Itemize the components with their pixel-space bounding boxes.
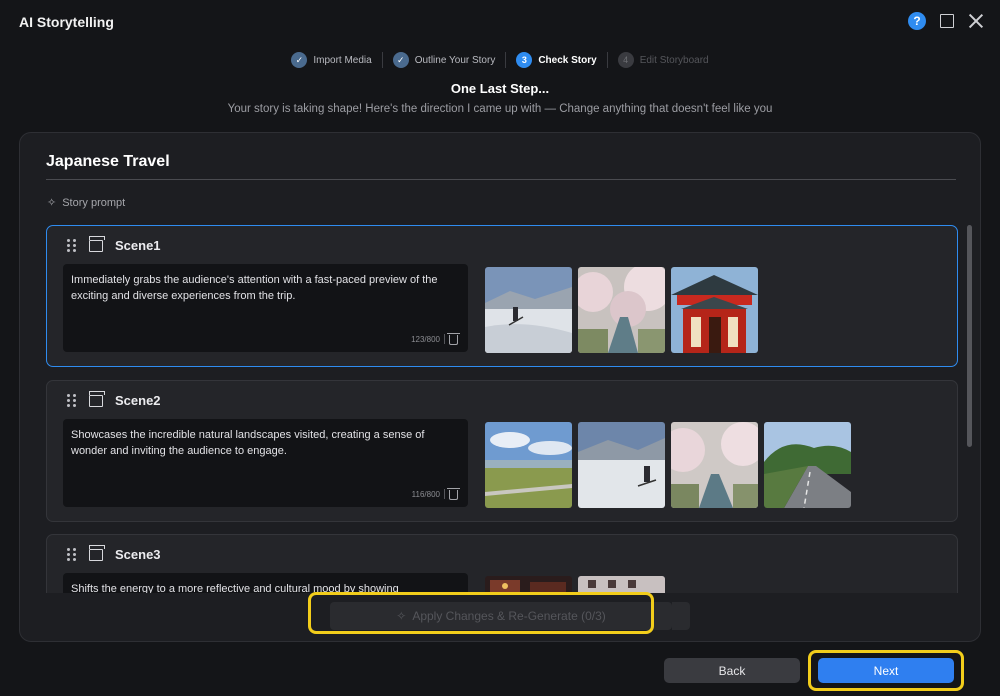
thumbnail-coast-grass[interactable] (485, 422, 572, 508)
thumbnail-skier-snow[interactable] (578, 422, 665, 508)
scene-name: Scene2 (115, 393, 161, 408)
page-subtitle: Your story is taking shape! Here's the d… (227, 103, 773, 115)
separator (444, 489, 445, 499)
title-divider (46, 179, 956, 180)
sparkle-icon: ✧ (396, 609, 407, 623)
story-panel: Japanese Travel ✧ Story prompt Scene1 Im… (19, 132, 981, 642)
maximize-icon[interactable] (940, 14, 954, 28)
separator (444, 334, 445, 344)
trash-icon[interactable] (447, 488, 460, 500)
drag-handle-icon[interactable] (67, 393, 77, 408)
regenerate-label: Apply Changes & Re-Generate (0/3) (412, 609, 606, 623)
step-number-badge: 4 (617, 52, 634, 68)
drag-handle-icon[interactable] (67, 238, 77, 253)
story-prompt-toggle[interactable]: ✧ Story prompt (47, 196, 126, 210)
thumbnail-skier-snow[interactable] (485, 267, 572, 353)
drag-handle-icon[interactable] (67, 547, 77, 562)
sparkle-icon: ✧ (47, 197, 57, 209)
step-label: Check Story (538, 54, 597, 66)
scene-card[interactable]: Scene3 Shifts the energy to a more refle… (46, 534, 958, 593)
title-bar: AI Storytelling (0, 0, 1000, 44)
thumbnail-street-building[interactable] (578, 576, 665, 593)
check-icon: ✓ (392, 52, 409, 68)
scene-card[interactable]: Scene2 Showcases the incredible natural … (46, 380, 958, 522)
step-label: Import Media (313, 54, 372, 66)
step-check-story: 3 Check Story (506, 52, 606, 68)
scrollbar-thumb[interactable] (967, 225, 972, 447)
story-title[interactable]: Japanese Travel (46, 153, 170, 171)
scene-thumbnails (485, 422, 851, 508)
progress-stepper: ✓ Import Media ✓ Outline Your Story 3 Ch… (0, 52, 1000, 68)
clapperboard-icon (89, 390, 105, 407)
check-icon: ✓ (291, 52, 308, 68)
character-count: 116/800 (411, 490, 440, 499)
clapperboard-icon (89, 544, 105, 561)
character-count: 123/800 (411, 335, 440, 344)
scene-name: Scene1 (115, 238, 161, 253)
regenerate-button-edge (672, 602, 690, 630)
scene-card[interactable]: Scene1 Immediately grabs the audience's … (46, 225, 958, 367)
step-outline-story: ✓ Outline Your Story (383, 52, 506, 68)
scene-thumbnails (485, 267, 758, 353)
scene-list[interactable]: Scene1 Immediately grabs the audience's … (46, 225, 960, 593)
step-label: Edit Storyboard (639, 54, 709, 66)
thumbnail-red-temple[interactable] (671, 267, 758, 353)
scene-thumbnails (485, 576, 665, 593)
step-number-badge: 3 (516, 52, 533, 68)
thumbnail-cherry-river[interactable] (671, 422, 758, 508)
scene-description[interactable]: Shifts the energy to a more reflective a… (71, 581, 460, 593)
page-title: One Last Step... (450, 81, 550, 96)
scrollbar[interactable] (967, 225, 972, 593)
step-edit-storyboard: 4 Edit Storyboard (608, 52, 719, 68)
help-icon[interactable]: ? (908, 12, 926, 30)
clapperboard-icon (89, 235, 105, 252)
step-label: Outline Your Story (414, 54, 496, 66)
apply-regenerate-button[interactable]: ✧ Apply Changes & Re-Generate (0/3) (330, 602, 672, 630)
thumbnail-cherry-river[interactable] (578, 267, 665, 353)
step-import-media: ✓ Import Media (281, 52, 381, 68)
window-controls: ? (908, 12, 984, 30)
story-prompt-label: Story prompt (62, 196, 126, 209)
close-icon[interactable] (968, 13, 984, 29)
trash-icon[interactable] (447, 333, 460, 345)
scene-description-input[interactable]: Showcases the incredible natural landsca… (63, 419, 468, 507)
scene-description-input[interactable]: Shifts the energy to a more reflective a… (63, 573, 468, 593)
back-button[interactable]: Back (664, 658, 800, 683)
app-title: AI Storytelling (19, 14, 114, 30)
scene-name: Scene3 (115, 547, 161, 562)
next-button[interactable]: Next (818, 658, 954, 683)
thumbnail-country-road[interactable] (764, 422, 851, 508)
scene-description-input[interactable]: Immediately grabs the audience's attenti… (63, 264, 468, 352)
scene-description[interactable]: Immediately grabs the audience's attenti… (71, 272, 460, 304)
scene-description[interactable]: Showcases the incredible natural landsca… (71, 427, 460, 459)
thumbnail-street-night[interactable] (485, 576, 572, 593)
